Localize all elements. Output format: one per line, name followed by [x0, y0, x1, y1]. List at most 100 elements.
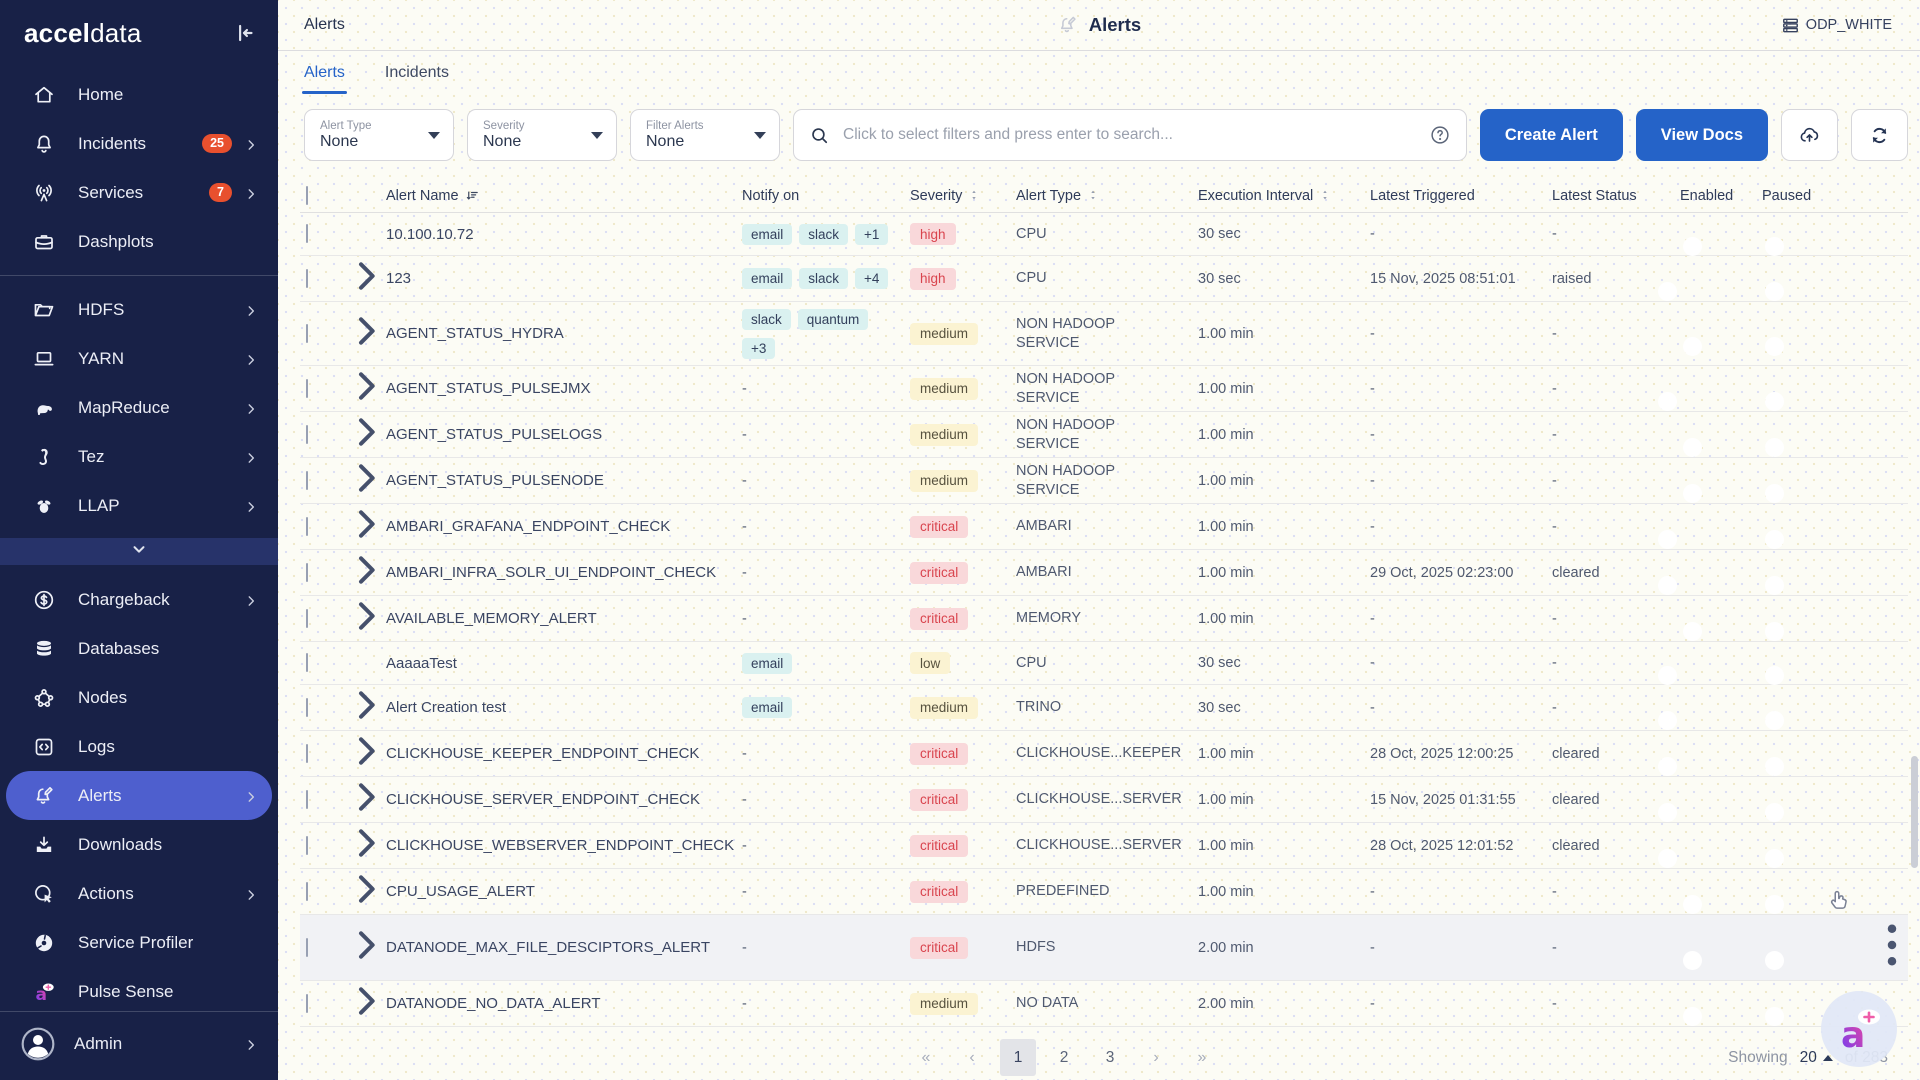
alert-name-cell[interactable]: AMBARI_GRAFANA_ENDPOINT_CHECK [386, 518, 742, 535]
alert-name-cell[interactable]: DATANODE_NO_DATA_ALERT [386, 995, 742, 1012]
alert-name-cell[interactable]: CLICKHOUSE_SERVER_ENDPOINT_CHECK [386, 791, 742, 808]
sidebar-item-hdfs[interactable]: HDFS [6, 285, 272, 334]
row-checkbox[interactable] [306, 224, 308, 243]
table-row: AGENT_STATUS_HYDRAslackquantum+3mediumNO… [300, 302, 1908, 366]
alert-name-cell[interactable]: Alert Creation test [386, 699, 742, 716]
row-checkbox[interactable] [306, 471, 308, 490]
severity-dropdown[interactable]: SeverityNone [467, 109, 617, 161]
alert-name-cell[interactable]: AGENT_STATUS_PULSENODE [386, 472, 742, 489]
sidebar-item-label: Home [78, 85, 123, 105]
alert-type-cell: NON HADOOP SERVICE [1016, 370, 1198, 406]
sidebar-item-label: Services [78, 183, 143, 203]
export-cloud-button[interactable] [1781, 109, 1838, 161]
alert-name-cell[interactable]: DATANODE_MAX_FILE_DESCIPTORS_ALERT [386, 939, 742, 956]
page-button-2[interactable]: 2 [1046, 1039, 1082, 1076]
sidebar-item-label: YARN [78, 349, 124, 369]
sidebar-item-logs[interactable]: Logs [6, 722, 272, 771]
row-checkbox[interactable] [306, 994, 308, 1013]
sidebar-expand-toggle[interactable] [0, 538, 278, 565]
alert-type-cell: CLICKHOUSE...SERVER [1016, 790, 1198, 808]
row-checkbox[interactable] [306, 790, 308, 809]
header-checkbox-cell [300, 187, 346, 205]
alert-name-cell[interactable]: 10.100.10.72 [386, 226, 742, 243]
row-checkbox[interactable] [306, 517, 308, 536]
row-checkbox-cell [300, 791, 346, 809]
row-expand-cell [346, 256, 386, 301]
row-checkbox[interactable] [306, 653, 308, 672]
alert-name-cell[interactable]: AMBARI_INFRA_SOLR_UI_ENDPOINT_CHECK [386, 564, 742, 581]
page-button-3[interactable]: 3 [1092, 1039, 1128, 1076]
env-selector[interactable]: ODP_WHITE [1781, 16, 1892, 35]
alert-name-cell[interactable]: AGENT_STATUS_PULSEJMX [386, 380, 742, 397]
row-checkbox[interactable] [306, 379, 308, 398]
sidebar-item-pulse-sense[interactable]: aPulse Sense [6, 967, 272, 1011]
column-header-paused: Paused [1762, 188, 1848, 204]
sidebar-item-incidents[interactable]: Incidents25 [6, 119, 272, 168]
table-row: CLICKHOUSE_KEEPER_ENDPOINT_CHECK-critica… [300, 731, 1908, 777]
row-checkbox[interactable] [306, 609, 308, 628]
view-docs-button[interactable]: View Docs [1636, 109, 1768, 161]
row-expand-cell [346, 981, 386, 1026]
llap-icon [32, 494, 56, 518]
row-checkbox[interactable] [306, 698, 308, 717]
prev-page-button[interactable]: ‹ [954, 1039, 990, 1076]
row-checkbox[interactable] [306, 744, 308, 763]
row-checkbox[interactable] [306, 324, 308, 343]
sidebar-item-chargeback[interactable]: Chargeback [6, 575, 272, 624]
last-page-button[interactable]: » [1184, 1039, 1220, 1076]
sidebar-item-databases[interactable]: Databases [6, 624, 272, 673]
alert-name-cell[interactable]: AGENT_STATUS_HYDRA [386, 325, 742, 342]
severity-badge: medium [910, 470, 978, 492]
vertical-scrollbar[interactable] [1911, 756, 1918, 868]
sidebar-item-alerts[interactable]: Alerts [6, 771, 272, 820]
sidebar-item-nodes[interactable]: Nodes [6, 673, 272, 722]
row-checkbox[interactable] [306, 836, 308, 855]
sidebar-item-service-profiler[interactable]: Service Profiler [6, 918, 272, 967]
search-input[interactable] [843, 126, 1416, 144]
alert-name-cell[interactable]: 123 [386, 270, 742, 287]
alert-name-cell[interactable]: AVAILABLE_MEMORY_ALERT [386, 610, 742, 627]
alert-name-cell[interactable]: AaaaaTest [386, 655, 742, 672]
sidebar-collapse-icon[interactable] [232, 20, 258, 46]
help-icon[interactable] [1429, 124, 1451, 146]
sidebar-item-yarn[interactable]: YARN [6, 334, 272, 383]
tab-incidents[interactable]: Incidents [385, 51, 449, 94]
alert-name-cell[interactable]: AGENT_STATUS_PULSELOGS [386, 426, 742, 443]
alert-name-cell[interactable]: CLICKHOUSE_WEBSERVER_ENDPOINT_CHECK [386, 837, 742, 854]
latest-status-cell: - [1552, 884, 1680, 900]
row-checkbox[interactable] [306, 882, 308, 901]
sidebar-item-dashplots[interactable]: Dashplots [6, 217, 272, 266]
select-all-checkbox[interactable] [306, 186, 308, 205]
sidebar-item-right [244, 303, 258, 317]
row-checkbox[interactable] [306, 938, 308, 957]
assistant-fab[interactable]: a [1821, 991, 1897, 1067]
sidebar-item-actions[interactable]: Actions [6, 869, 272, 918]
severity-cell: medium [910, 323, 1016, 345]
sidebar-item-services[interactable]: Services7 [6, 168, 272, 217]
row-checkbox[interactable] [306, 269, 308, 288]
latest-status-cell: - [1552, 326, 1680, 342]
alert-name-cell[interactable]: CLICKHOUSE_KEEPER_ENDPOINT_CHECK [386, 745, 742, 762]
filter-alerts-dropdown[interactable]: Filter AlertsNone [630, 109, 780, 161]
sidebar-item-home[interactable]: Home [6, 70, 272, 119]
sidebar-item-downloads[interactable]: Downloads [6, 820, 272, 869]
tab-alerts[interactable]: Alerts [304, 51, 345, 94]
row-checkbox[interactable] [306, 425, 308, 444]
create-alert-button[interactable]: Create Alert [1480, 109, 1623, 161]
execution-interval-cell: 1.00 min [1198, 792, 1370, 808]
refresh-button[interactable] [1851, 109, 1908, 161]
sidebar-item-admin[interactable]: Admin [0, 1011, 278, 1080]
alert-name-cell[interactable]: CPU_USAGE_ALERT [386, 883, 742, 900]
notify-tag: +3 [742, 338, 775, 359]
sidebar-item-tez[interactable]: Tez [6, 432, 272, 481]
sidebar-item-llap[interactable]: LLAP [6, 481, 272, 530]
page-button-1[interactable]: 1 [1000, 1039, 1036, 1076]
yarn-icon [32, 347, 56, 371]
notify-tag: email [742, 268, 792, 289]
next-page-button[interactable]: › [1138, 1039, 1174, 1076]
alert-type-dropdown[interactable]: Alert TypeNone [304, 109, 454, 161]
first-page-button[interactable]: « [908, 1039, 944, 1076]
admin-label: Admin [74, 1034, 122, 1054]
sidebar-item-mapreduce[interactable]: MapReduce [6, 383, 272, 432]
row-checkbox[interactable] [306, 563, 308, 582]
